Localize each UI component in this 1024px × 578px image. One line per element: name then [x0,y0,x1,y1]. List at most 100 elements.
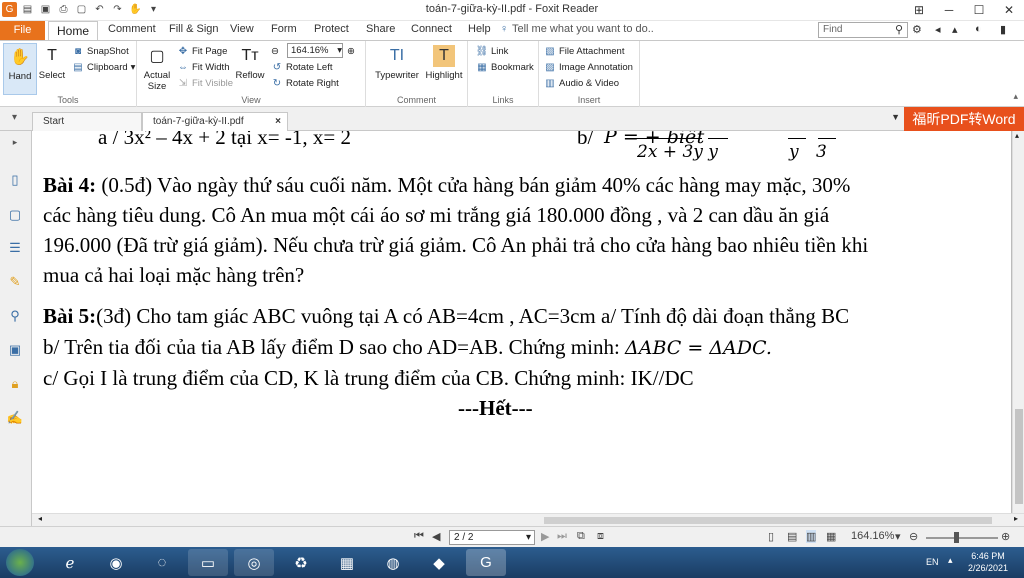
promo-banner[interactable]: 福昕PDF转Word [904,107,1024,131]
system-clock[interactable]: 6:46 PM 2/26/2021 [968,550,1008,574]
tab-fill-sign[interactable]: Fill & Sign [169,23,219,35]
horizontal-scrollbar[interactable]: ◂ ▸ [32,513,1024,526]
highlight-button[interactable]: T Highlight [424,43,464,95]
single-page-icon[interactable]: ▯ [768,530,774,543]
zoom-in-circle-icon[interactable]: ⊕ [1001,530,1010,543]
tab-comment[interactable]: Comment [108,23,156,35]
signatures-panel-icon[interactable]: ▣ [6,341,24,359]
file-explorer-icon[interactable]: ▭ [188,549,228,576]
app-green-icon[interactable]: ♻ [281,549,321,576]
bookmarks-panel-icon[interactable]: ▯ [6,171,24,189]
continuous-facing-icon[interactable]: ▦ [826,530,836,543]
tab-form[interactable]: Form [271,23,297,35]
tab-home[interactable]: Home [48,21,98,41]
settings-sphere-icon[interactable]: ◌ [142,549,182,576]
zoom-in-icon[interactable]: ⊕ [347,44,355,59]
app-blue-icon[interactable]: ◍ [373,549,413,576]
tab-current-document[interactable]: toán-7-giữa-kỳ-II.pdf × [142,112,288,131]
chevron-left-icon[interactable]: ◂ [935,23,941,36]
document-view[interactable]: a / 3x² – 4x + 2 tại x= -1, x= 2 b/ P = … [32,131,1012,513]
page-number-input[interactable]: 2 / 2 ▾ [449,530,535,545]
share-icon[interactable]: ⧈ [597,530,604,543]
facing-icon[interactable]: ▥ [806,530,817,543]
user-icon[interactable]: ▮ [1000,23,1006,36]
settings-gear-icon[interactable]: ⚙ [912,23,922,36]
audio-video-button[interactable]: ▥ Audio & Video [544,76,619,91]
chevron-up-icon[interactable]: ▴ [952,23,958,36]
next-page-icon[interactable]: ▶ [541,530,549,543]
scroll-right-icon[interactable]: ▸ [1014,514,1018,523]
collapse-ribbon-icon[interactable]: ▴ [1013,91,1018,102]
actual-size-button[interactable]: ▢ Actual Size [141,43,173,95]
previous-page-icon[interactable]: ◀ [432,530,440,543]
expand-panel-icon[interactable]: ▸ [6,133,24,151]
language-indicator[interactable]: EN [926,557,939,567]
copy-icon[interactable]: ⧉ [577,530,585,543]
browser-red-icon[interactable]: ◉ [96,549,136,576]
scroll-left-icon[interactable]: ◂ [38,514,42,523]
tab-help[interactable]: Help [468,23,491,35]
horizontal-scroll-thumb[interactable] [544,517,992,524]
zoom-slider[interactable] [926,537,998,539]
film-icon: ▥ [545,78,555,89]
page: a / 3x² – 4x + 2 tại x= -1, x= 2 b/ P = … [32,131,1012,513]
reflow-label: Reflow [235,70,265,81]
rotate-left-button[interactable]: ↺ Rotate Left [271,60,333,75]
comments-panel-icon[interactable]: ✎ [6,273,24,291]
maximize-button[interactable]: ☐ [964,0,994,20]
tray-chevron-icon[interactable]: ▴ [948,555,953,566]
tab-view[interactable]: View [230,23,254,35]
chrome-icon[interactable]: ◎ [234,549,274,576]
promo-chevron-down-icon[interactable]: ▼ [891,112,900,122]
link-button[interactable]: ⛓ Link [476,44,509,59]
ribbon-options-icon[interactable]: ⊞ [904,0,934,20]
continuous-icon[interactable]: ▤ [787,530,797,543]
zoom-combobox[interactable]: 164.16% ▾ [287,43,343,58]
last-page-icon[interactable]: ⏭ [557,530,567,543]
bluestacks-icon[interactable]: ◆ [419,549,459,576]
tab-list-chevron-icon[interactable]: ▾ [12,112,17,123]
image-annotation-button[interactable]: ▨ Image Annotation [544,60,633,75]
zoom-slider-handle[interactable] [954,532,959,543]
clipboard-button[interactable]: ▤ Clipboard ▾ [72,60,135,75]
internet-explorer-icon[interactable]: ℯ [50,549,90,576]
fit-visible-button[interactable]: ⇲ Fit Visible [177,76,233,91]
select-button[interactable]: T Select [35,43,69,95]
typewriter-button[interactable]: TI Typewriter [372,43,422,95]
first-page-icon[interactable]: ⏮ [414,530,424,543]
attachments-panel-icon[interactable]: ⚲ [6,307,24,325]
pages-panel-icon[interactable]: ▢ [6,206,24,224]
calculator-icon[interactable]: ▦ [327,549,367,576]
search-icon[interactable]: ⚲ [895,23,903,36]
close-button[interactable]: ✕ [994,0,1024,20]
start-button[interactable] [6,549,34,576]
security-lock-icon[interactable]: 🔒︎ [6,375,24,393]
zoom-dropdown-icon[interactable]: ▾ [895,530,901,543]
tab-connect[interactable]: Connect [411,23,452,35]
zoom-out-icon[interactable]: ⊖ [271,44,279,59]
bookmark-button[interactable]: ▦ Bookmark [476,60,534,75]
tab-protect[interactable]: Protect [314,23,349,35]
fit-page-button[interactable]: ✥ Fit Page [177,44,228,59]
snapshot-button[interactable]: ◙ SnapShot [72,44,129,59]
tell-me-search[interactable]: Tell me what you want to do.. [512,23,654,35]
file-attachment-button[interactable]: ▧ File Attachment [544,44,624,59]
notification-icon[interactable]: ◐ [975,23,982,35]
vertical-scroll-thumb[interactable] [1015,409,1023,504]
foxit-reader-window: G ▤ ▣ ⎙ ▢ ↶ ↷ ✋ ▾ toán-7-giữa-kỳ-II.pdf … [0,0,1024,578]
tab-share[interactable]: Share [366,23,395,35]
tab-start[interactable]: Start [32,112,142,131]
reflow-button[interactable]: Tт Reflow [233,43,267,95]
minimize-button[interactable]: ─ [934,0,964,20]
zoom-out-circle-icon[interactable]: ⊖ [909,530,918,543]
close-tab-icon[interactable]: × [275,113,281,130]
tab-file[interactable]: File [0,21,45,40]
foxit-taskbar-icon[interactable]: G [466,549,506,576]
fit-width-button[interactable]: ⇔ Fit Width [177,60,229,75]
tools-panel-icon[interactable]: ✍ [6,409,24,427]
rotate-right-button[interactable]: ↻ Rotate Right [271,76,339,91]
vertical-scrollbar[interactable]: ▴ [1012,131,1024,513]
hand-button[interactable]: ✋ Hand [3,43,37,95]
layers-panel-icon[interactable]: ☰ [6,239,24,257]
scroll-up-icon[interactable]: ▴ [1015,131,1019,140]
